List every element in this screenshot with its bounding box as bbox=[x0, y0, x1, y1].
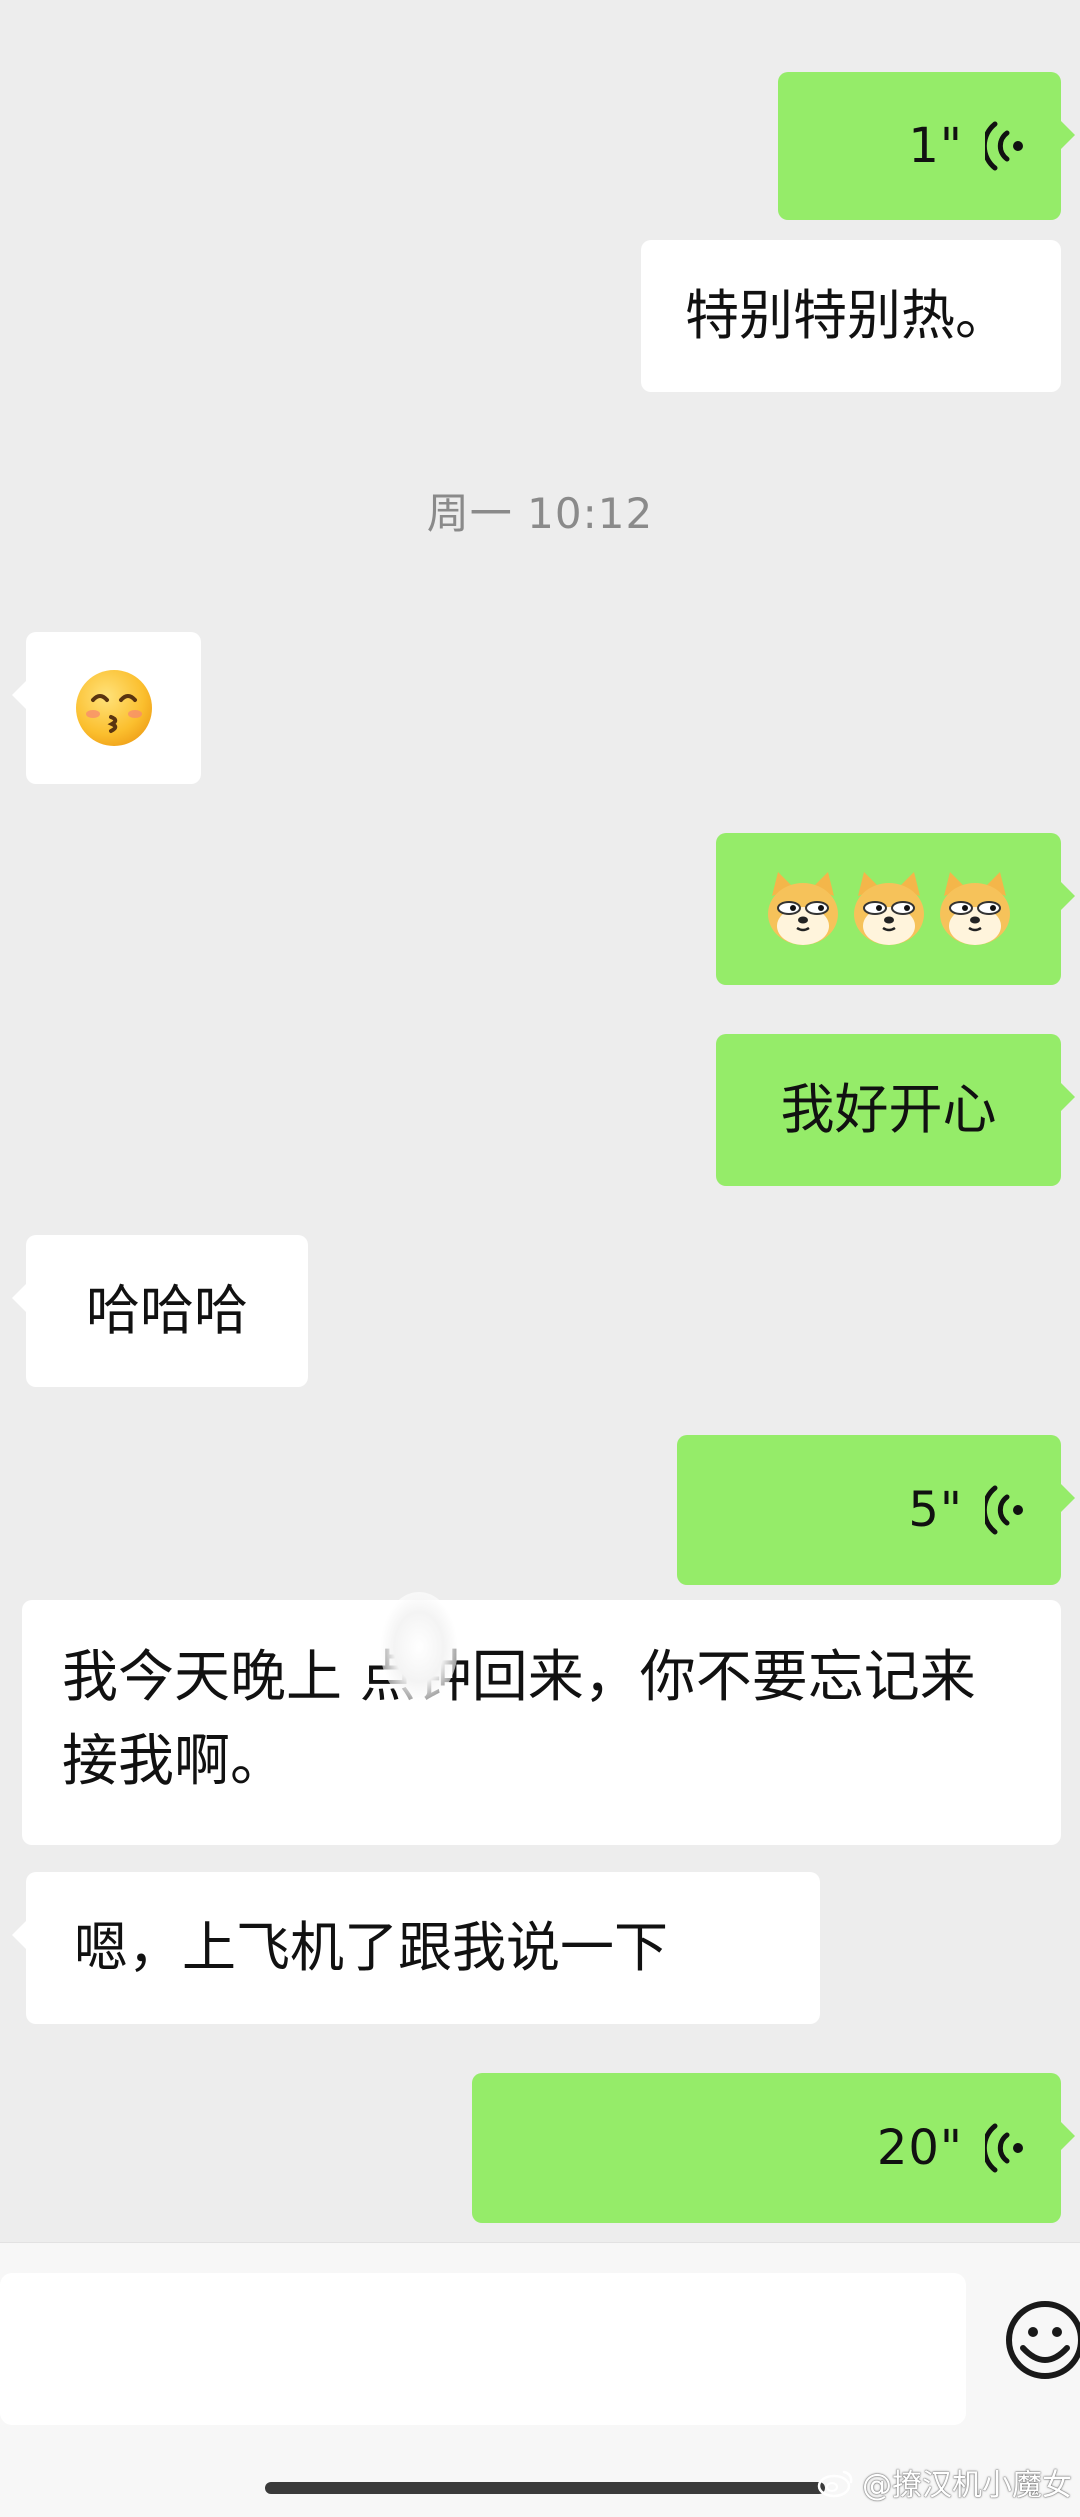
message-text: 嗯，上飞机了跟我说一下 bbox=[74, 1915, 668, 1979]
voice-duration: 20" bbox=[876, 2119, 963, 2176]
message-bubble[interactable]: 我好开心 bbox=[716, 1034, 1075, 1186]
voice-message-bubble[interactable]: 20" bbox=[472, 2073, 1075, 2223]
message-text: 哈哈哈 bbox=[86, 1278, 248, 1342]
message-text: 特别特别热。 bbox=[685, 283, 1009, 347]
watermark-text: @撩汉机小魔女 bbox=[862, 2468, 1072, 2503]
message-text: 我好开心 bbox=[780, 1077, 997, 1141]
voice-wave-icon bbox=[985, 2123, 1023, 2173]
doge-emoji-group bbox=[762, 868, 1016, 950]
message-input[interactable] bbox=[0, 2273, 966, 2425]
blurred-region bbox=[380, 1592, 458, 1702]
voice-wave-icon bbox=[985, 121, 1023, 171]
message-bubble[interactable]: 特别特别热。 bbox=[641, 240, 1061, 392]
voice-duration: 5" bbox=[908, 1481, 963, 1538]
message-bubble[interactable]: 哈哈哈 bbox=[12, 1235, 308, 1387]
voice-message-bubble[interactable]: 1" bbox=[778, 72, 1075, 220]
voice-message-bubble[interactable]: 5" bbox=[677, 1435, 1075, 1585]
message-bubble[interactable]: 我今天晚上 点钟回来，你不要忘记来接我啊。 bbox=[22, 1600, 1061, 1845]
emoji-message-bubble[interactable] bbox=[12, 632, 201, 784]
emoji-picker-icon[interactable] bbox=[1005, 2300, 1080, 2400]
chat-area: 1" 特别特别热。 周一 10:12 我好开心 哈哈哈 5" 我今天晚上 点钟回… bbox=[0, 0, 1080, 2242]
weibo-icon bbox=[817, 2470, 853, 2498]
doge-emoji-icon bbox=[939, 872, 1010, 945]
message-timestamp: 周一 10:12 bbox=[426, 489, 654, 538]
home-indicator[interactable] bbox=[265, 2482, 825, 2494]
voice-duration: 1" bbox=[908, 117, 963, 174]
doge-emoji-icon bbox=[853, 872, 924, 945]
voice-wave-icon bbox=[985, 1485, 1023, 1535]
watermark: @撩汉机小魔女 bbox=[816, 2460, 1072, 2504]
kissing-emoji-icon bbox=[75, 670, 152, 746]
doge-emoji-icon bbox=[767, 872, 838, 945]
message-bubble[interactable]: 嗯，上飞机了跟我说一下 bbox=[12, 1872, 820, 2024]
emoji-message-bubble[interactable] bbox=[716, 833, 1075, 985]
message-text: 我今天晚上 点钟回来，你不要忘记来接我啊。 bbox=[62, 1645, 976, 1794]
